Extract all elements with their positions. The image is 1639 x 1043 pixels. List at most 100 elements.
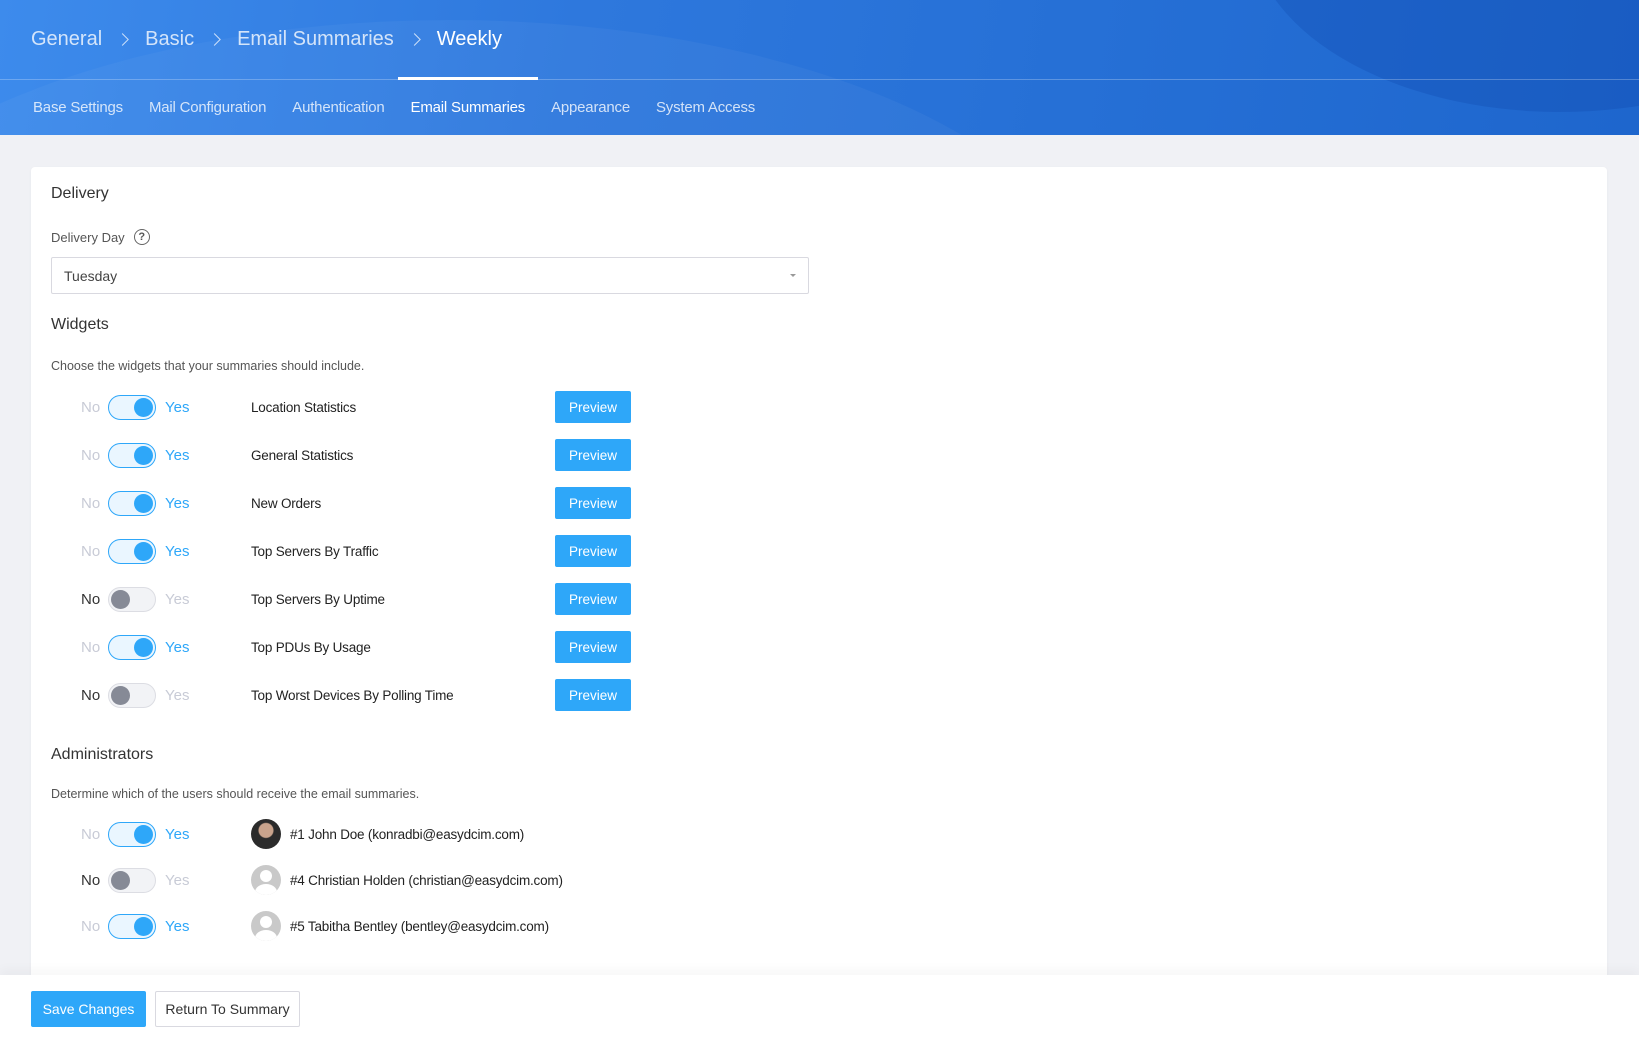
delivery-day-value: Tuesday xyxy=(64,267,118,284)
tab-system-access[interactable]: System Access xyxy=(643,79,768,135)
widget-name: Top PDUs By Usage xyxy=(251,639,371,655)
toggle-yes-label: Yes xyxy=(165,686,190,704)
header-decoration-circle xyxy=(1250,0,1639,112)
default-avatar-icon xyxy=(251,911,281,941)
widget-row: No Yes General Statistics Preview xyxy=(81,439,631,471)
administrators-title: Administrators xyxy=(51,746,154,763)
toggle-no-label: No xyxy=(81,398,101,416)
administrator-row: No Yes #4 Christian Holden (christian@ea… xyxy=(81,864,563,896)
administrator-row: No Yes #1 John Doe (konradbi@easydcim.co… xyxy=(81,818,524,850)
widget-toggle[interactable] xyxy=(108,682,156,708)
widget-row: No Yes New Orders Preview xyxy=(81,487,631,519)
widget-name: General Statistics xyxy=(251,447,354,463)
tab-base-settings[interactable]: Base Settings xyxy=(0,79,136,135)
administrator-name: #1 John Doe (konradbi@easydcim.com) xyxy=(290,826,525,842)
widget-row: No Yes Location Statistics Preview xyxy=(81,391,631,423)
avatar-photo xyxy=(251,819,281,849)
toggle-no-label: No xyxy=(81,917,101,935)
toggle-knob xyxy=(134,824,153,844)
toggle-no-label: No xyxy=(81,494,101,512)
toggle-knob xyxy=(134,916,153,936)
toggle-no-label: No xyxy=(81,590,101,608)
administrator-name: #4 Christian Holden (christian@easydcim.… xyxy=(290,872,563,888)
toggle-yes-label: Yes xyxy=(165,638,190,656)
toggle-knob xyxy=(111,589,130,609)
chevron-right-icon xyxy=(208,32,221,46)
widget-name: Top Servers By Traffic xyxy=(251,543,379,559)
toggle-no-label: No xyxy=(81,686,101,704)
toggle-knob xyxy=(134,493,153,513)
widget-toggle[interactable] xyxy=(108,634,156,660)
toggle-knob xyxy=(134,541,153,561)
question-circle-icon[interactable]: ? xyxy=(133,229,150,245)
widget-name: Top Servers By Uptime xyxy=(251,591,385,607)
widgets-title: Widgets xyxy=(51,316,109,333)
save-changes-button[interactable]: Save Changes xyxy=(31,991,146,1027)
breadcrumb-general[interactable]: General xyxy=(31,28,102,51)
toggle-yes-label: Yes xyxy=(165,825,190,843)
toggle-yes-label: Yes xyxy=(165,590,190,608)
toggle-yes-label: Yes xyxy=(165,542,190,560)
widget-toggle[interactable] xyxy=(108,538,156,564)
tab-mail-configuration[interactable]: Mail Configuration xyxy=(136,79,279,135)
toggle-no-label: No xyxy=(81,871,101,889)
toggle-yes-label: Yes xyxy=(165,446,190,464)
breadcrumb-email-summaries[interactable]: Email Summaries xyxy=(237,28,394,51)
toggle-knob xyxy=(134,637,153,657)
settings-tabs: Base Settings Mail Configuration Authent… xyxy=(0,77,768,135)
chevron-right-icon xyxy=(116,32,130,46)
preview-button[interactable]: Preview xyxy=(555,631,631,663)
toggle-no-label: No xyxy=(81,825,101,843)
administrator-toggle[interactable] xyxy=(108,913,156,939)
widget-row: No Yes Top Servers By Traffic Preview xyxy=(81,535,631,567)
toggle-yes-label: Yes xyxy=(165,398,190,416)
breadcrumb: General Basic Email Summaries Weekly xyxy=(31,24,502,54)
toggle-yes-label: Yes xyxy=(165,871,190,889)
toggle-yes-label: Yes xyxy=(165,917,190,935)
administrators-description: Determine which of the users should rece… xyxy=(51,787,420,801)
widget-toggle[interactable] xyxy=(108,442,156,468)
settings-card: Delivery Delivery Day ? Tuesday Widgets … xyxy=(31,167,1607,987)
preview-button[interactable]: Preview xyxy=(555,535,631,567)
tab-appearance[interactable]: Appearance xyxy=(538,79,643,135)
delivery-day-select[interactable]: Tuesday xyxy=(51,257,809,294)
toggle-knob xyxy=(134,397,153,417)
page-header: General Basic Email Summaries Weekly Bas… xyxy=(0,0,1639,135)
preview-button[interactable]: Preview xyxy=(555,439,631,471)
widget-toggle[interactable] xyxy=(108,586,156,612)
toggle-no-label: No xyxy=(81,638,101,656)
delivery-day-label-text: Delivery Day xyxy=(51,229,125,245)
toggle-yes-label: Yes xyxy=(165,494,190,512)
widget-toggle[interactable] xyxy=(108,490,156,516)
administrator-name: #5 Tabitha Bentley (bentley@easydcim.com… xyxy=(290,918,549,934)
delivery-title: Delivery xyxy=(51,185,109,202)
widget-row: No Yes Top Servers By Uptime Preview xyxy=(81,583,631,615)
preview-button[interactable]: Preview xyxy=(555,391,631,423)
widget-row: No Yes Top PDUs By Usage Preview xyxy=(81,631,631,663)
breadcrumb-basic[interactable]: Basic xyxy=(145,28,194,51)
widget-name: Top Worst Devices By Polling Time xyxy=(251,687,454,703)
administrator-toggle[interactable] xyxy=(108,867,156,893)
widgets-description: Choose the widgets that your summaries s… xyxy=(51,359,365,373)
breadcrumb-weekly: Weekly xyxy=(436,27,502,50)
tab-email-summaries[interactable]: Email Summaries xyxy=(397,77,539,135)
return-to-summary-button[interactable]: Return To Summary xyxy=(155,991,300,1027)
default-avatar-icon xyxy=(251,865,281,895)
widget-row: No Yes Top Worst Devices By Polling Time… xyxy=(81,679,631,711)
delivery-day-label: Delivery Day ? xyxy=(51,229,150,245)
action-footer: Save Changes Return To Summary xyxy=(0,975,1639,1043)
caret-down-icon xyxy=(790,274,796,277)
chevron-right-icon xyxy=(407,32,421,46)
administrator-toggle[interactable] xyxy=(108,821,156,847)
widget-name: New Orders xyxy=(251,495,322,511)
preview-button[interactable]: Preview xyxy=(555,487,631,519)
administrator-row: No Yes #5 Tabitha Bentley (bentley@easyd… xyxy=(81,910,549,942)
preview-button[interactable]: Preview xyxy=(555,583,631,615)
toggle-knob xyxy=(111,685,130,705)
toggle-no-label: No xyxy=(81,542,101,560)
tab-authentication[interactable]: Authentication xyxy=(279,79,397,135)
toggle-knob xyxy=(134,445,153,465)
preview-button[interactable]: Preview xyxy=(555,679,631,711)
widget-toggle[interactable] xyxy=(108,394,156,420)
toggle-no-label: No xyxy=(81,446,101,464)
